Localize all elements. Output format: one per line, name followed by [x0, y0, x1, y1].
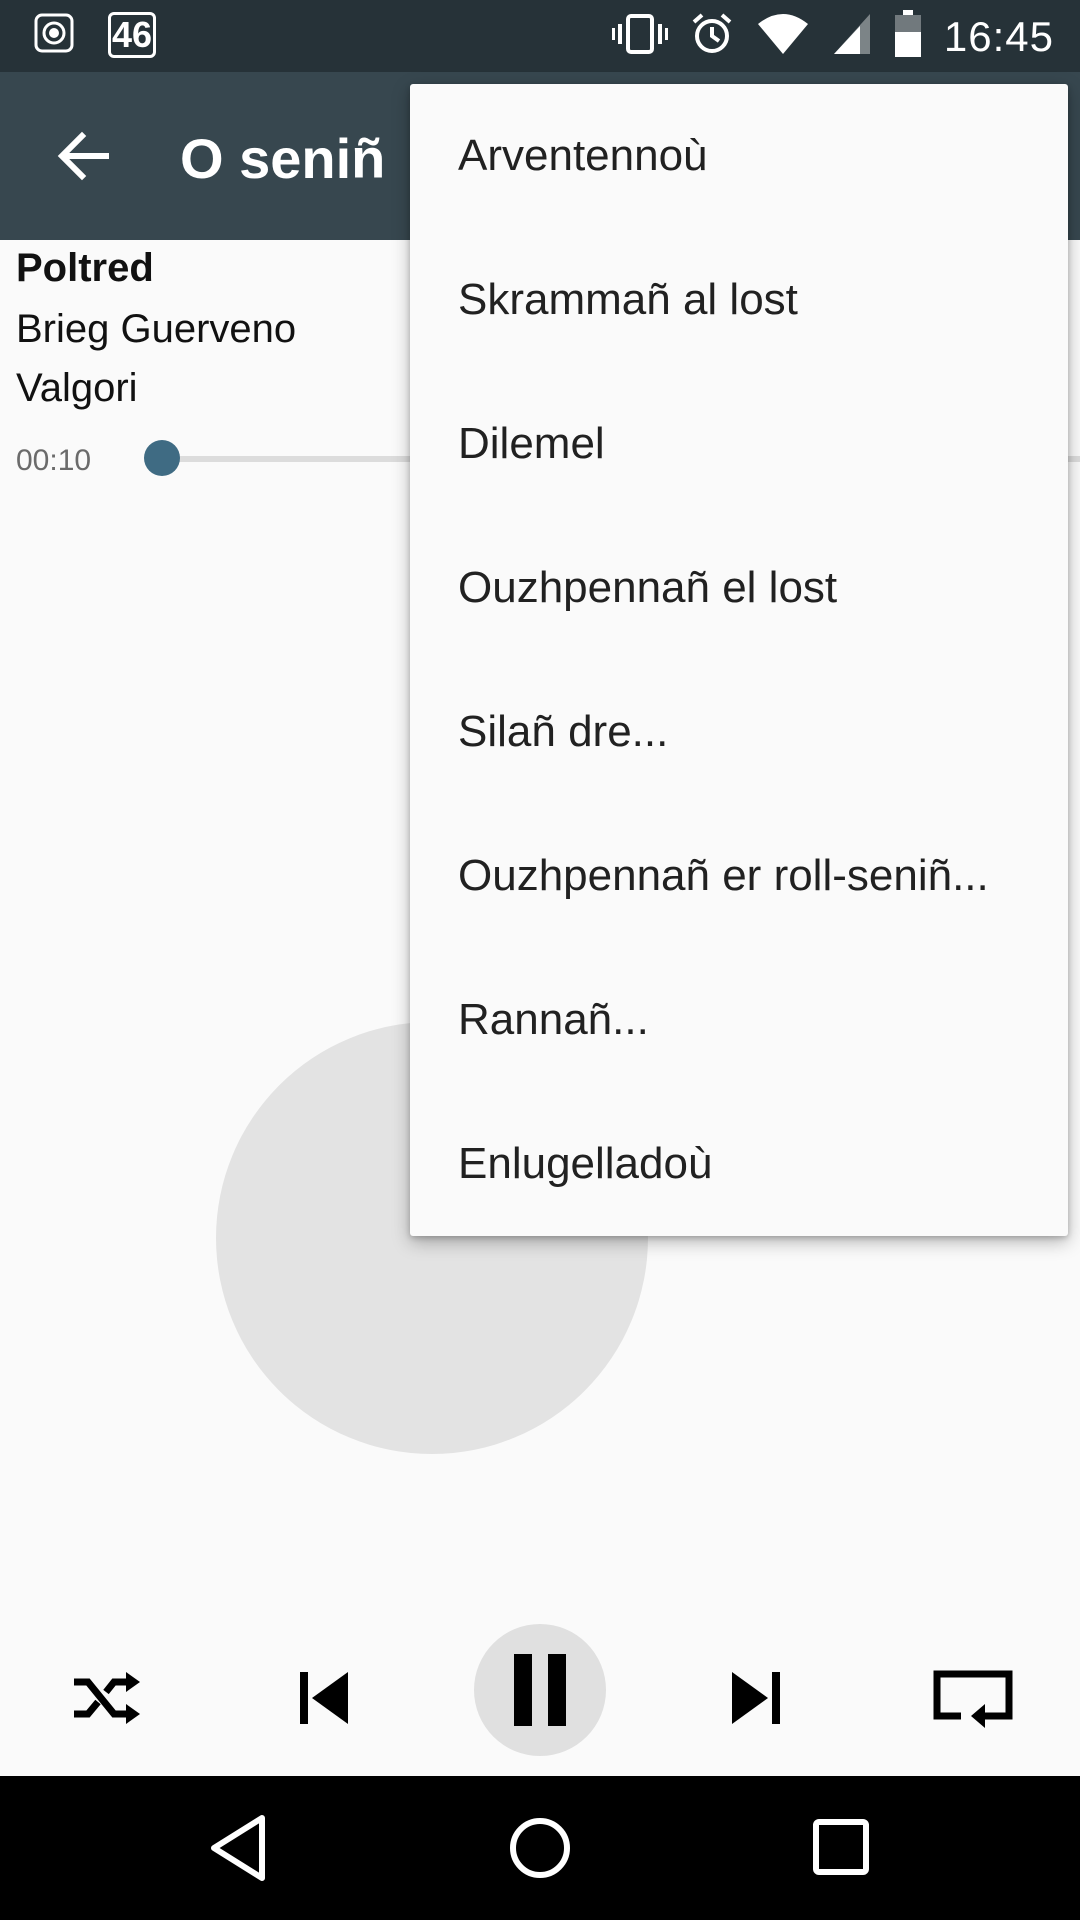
vibrate-icon — [611, 12, 668, 61]
battery-icon — [894, 10, 922, 63]
menu-item-share[interactable]: Rannañ... — [410, 948, 1068, 1092]
menu-item-equalizer[interactable]: Enlugelladoù — [410, 1092, 1068, 1236]
seek-thumb[interactable] — [144, 440, 180, 476]
nav-bar — [0, 1776, 1080, 1920]
overflow-menu: Arventennoù Skrammañ al lost Dilemel Ouz… — [410, 84, 1068, 1236]
shuffle-icon[interactable] — [66, 1658, 146, 1738]
menu-item-add-track[interactable]: Ouzhpennañ el lost — [410, 516, 1068, 660]
wifi-icon — [756, 12, 810, 61]
menu-item-add-to-playlist[interactable]: Ouzhpennañ er roll-seniñ... — [410, 804, 1068, 948]
menu-item-show-track[interactable]: Skrammañ al lost — [410, 228, 1068, 372]
menu-item-filter[interactable]: Silañ dre... — [410, 660, 1068, 804]
nav-back-icon[interactable] — [206, 1812, 270, 1889]
menu-item-delete[interactable]: Dilemel — [410, 372, 1068, 516]
skip-next-icon[interactable] — [716, 1658, 796, 1738]
track-info: Poltred Brieg Guerveno Valgori — [16, 246, 296, 425]
cell-signal-icon — [832, 12, 872, 61]
skip-previous-icon[interactable] — [284, 1658, 364, 1738]
track-title: Poltred — [16, 246, 154, 290]
pause-icon — [514, 1654, 566, 1726]
page-title: O seniñ — [180, 127, 386, 190]
track-artist: Brieg Guerveno — [16, 307, 297, 351]
track-album: Valgori — [16, 366, 138, 410]
clock: 16:45 — [943, 12, 1054, 60]
nav-home-icon[interactable] — [508, 1816, 572, 1885]
menu-item-settings[interactable]: Arventennoù — [410, 84, 1068, 228]
nav-recents-icon[interactable] — [812, 1818, 870, 1881]
record-icon — [34, 13, 74, 58]
arrow-back-icon[interactable] — [48, 120, 120, 192]
status-bar: 46 16:45 — [0, 0, 1080, 72]
alarm-icon — [690, 12, 734, 61]
playback-controls — [0, 1610, 1080, 1776]
pause-button[interactable] — [474, 1624, 606, 1756]
notification-count-icon: 46 — [108, 12, 156, 58]
current-time: 00:10 — [16, 444, 92, 477]
repeat-icon[interactable] — [926, 1658, 1020, 1738]
